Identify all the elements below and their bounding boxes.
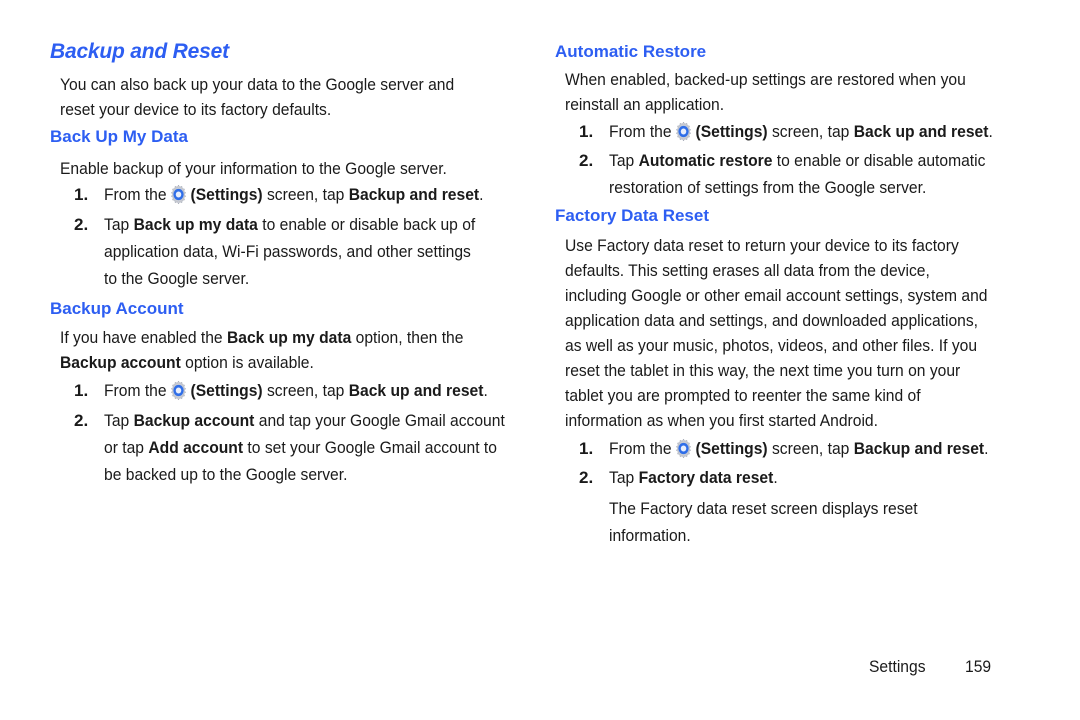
step-number: 1. xyxy=(579,439,594,458)
factory-reset-intro-line-8: information as when you first started An… xyxy=(565,411,878,430)
step-text: to set your Google Gmail account to xyxy=(247,438,497,457)
step-text: From the xyxy=(104,381,167,400)
factory-reset-result-line-1: The Factory data reset screen displays r… xyxy=(609,499,918,518)
menu-item-reference: Back up and reset xyxy=(853,122,989,141)
intro-line-2: reset your device to its factory default… xyxy=(60,100,332,119)
settings-gear-icon xyxy=(674,438,692,458)
automatic-restore-intro-line-1: When enabled, backed-up settings are res… xyxy=(565,70,966,89)
factory-reset-step-2: Tap Factory data reset. xyxy=(609,465,778,490)
factory-reset-step-1: From the (Settings) screen, tap Backup an… xyxy=(609,436,988,461)
punctuation: . xyxy=(773,468,778,487)
backup-account-step-1: From the (Settings) screen, tap Back up a… xyxy=(104,378,488,403)
page-number: 159 xyxy=(965,657,992,676)
step-text: Tap xyxy=(104,411,130,430)
punctuation: . xyxy=(984,439,989,458)
automatic-restore-step-2-line-1: Tap Automatic restore to enable or disab… xyxy=(609,148,985,173)
settings-gear-icon xyxy=(169,380,187,400)
settings-gear-icon xyxy=(674,121,692,141)
step-number: 2. xyxy=(74,215,89,234)
settings-gear-icon xyxy=(169,184,187,204)
backup-account-step-2-line-1: Tap Backup account and tap your Google G… xyxy=(104,408,505,433)
step-number: 1. xyxy=(74,185,89,204)
step-text: and tap your Google Gmail account xyxy=(258,411,505,430)
menu-item-reference: Backup and reset xyxy=(348,185,480,204)
step-text: Tap xyxy=(609,151,635,170)
page-title: Backup and Reset xyxy=(50,40,229,63)
backup-account-intro-line-1: If you have enabled the Back up my data … xyxy=(60,325,463,350)
step-text: screen, tap xyxy=(266,185,345,204)
option-reference: Automatic restore xyxy=(638,151,773,170)
factory-reset-result-line-2: information. xyxy=(609,526,691,545)
option-reference: Add account xyxy=(148,438,244,457)
backup-account-intro-line-2: Backup account option is available. xyxy=(60,350,314,375)
step-text: From the xyxy=(104,185,167,204)
factory-reset-intro-line-2: defaults. This setting erases all data f… xyxy=(565,261,930,280)
text: option is available. xyxy=(185,353,314,372)
step-text: or tap xyxy=(104,438,145,457)
option-reference: Factory data reset xyxy=(638,468,774,487)
automatic-restore-step-2-line-2: restoration of settings from the Google … xyxy=(609,178,927,197)
backup-account-step-2-line-3: be backed up to the Google server. xyxy=(104,465,348,484)
intro-line-1: You can also back up your data to the Go… xyxy=(60,75,455,94)
step-text: Tap xyxy=(609,468,635,487)
step-text: From the xyxy=(609,439,672,458)
text: If you have enabled the xyxy=(60,328,223,347)
menu-item-reference: Back up and reset xyxy=(348,381,484,400)
settings-label: (Settings) xyxy=(190,381,263,400)
step-number: 2. xyxy=(74,411,89,430)
automatic-restore-step-1: From the (Settings) screen, tap Back up a… xyxy=(609,119,993,144)
heading-factory-data-reset: Factory Data Reset xyxy=(555,206,710,225)
step-number: 2. xyxy=(579,151,594,170)
text: option, then the xyxy=(355,328,464,347)
heading-automatic-restore: Automatic Restore xyxy=(555,42,707,61)
factory-reset-intro-line-6: reset the tablet in this way, the next t… xyxy=(565,361,961,380)
back-up-my-data-step-1: From the (Settings) screen, tap Backup an… xyxy=(104,182,483,207)
settings-label: (Settings) xyxy=(695,439,768,458)
settings-label: (Settings) xyxy=(695,122,768,141)
backup-account-step-2-line-2: or tap Add account to set your Google Gm… xyxy=(104,435,497,460)
step-text: to enable or disable back up of xyxy=(262,215,476,234)
factory-reset-intro-line-5: as well as your music, photos, videos, a… xyxy=(565,336,978,355)
factory-reset-intro-line-7: tablet you are prompted to reenter the s… xyxy=(565,386,921,405)
footer-section: Settings xyxy=(869,657,926,676)
step-number: 1. xyxy=(74,381,89,400)
step-text: screen, tap xyxy=(771,122,850,141)
factory-reset-intro-line-1: Use Factory data reset to return your de… xyxy=(565,236,959,255)
option-reference: Back up my data xyxy=(133,215,258,234)
menu-item-reference: Backup and reset xyxy=(853,439,985,458)
heading-back-up-my-data: Back Up My Data xyxy=(50,127,188,146)
settings-label: (Settings) xyxy=(190,185,263,204)
step-text: to enable or disable automatic xyxy=(776,151,986,170)
punctuation: . xyxy=(483,381,488,400)
punctuation: . xyxy=(988,122,993,141)
step-text: From the xyxy=(609,122,672,141)
option-reference: Back up my data xyxy=(226,328,352,347)
back-up-my-data-intro: Enable backup of your information to the… xyxy=(60,159,447,178)
factory-reset-intro-line-4: application data and settings, and downl… xyxy=(565,311,979,330)
step-number: 2. xyxy=(579,468,594,487)
heading-backup-account: Backup Account xyxy=(50,299,184,318)
back-up-my-data-step-2-line-2: application data, Wi-Fi passwords, and o… xyxy=(104,242,471,261)
option-reference: Backup account xyxy=(60,353,181,372)
step-text: screen, tap xyxy=(266,381,345,400)
factory-reset-intro-line-3: including Google or other email account … xyxy=(565,286,988,305)
option-reference: Backup account xyxy=(133,411,255,430)
step-text: Tap xyxy=(104,215,130,234)
automatic-restore-intro-line-2: reinstall an application. xyxy=(565,95,725,114)
punctuation: . xyxy=(479,185,484,204)
step-text: screen, tap xyxy=(771,439,850,458)
step-number: 1. xyxy=(579,122,594,141)
back-up-my-data-step-2-line-3: to the Google server. xyxy=(104,269,250,288)
back-up-my-data-step-2-line-1: Tap Back up my data to enable or disable… xyxy=(104,212,475,237)
